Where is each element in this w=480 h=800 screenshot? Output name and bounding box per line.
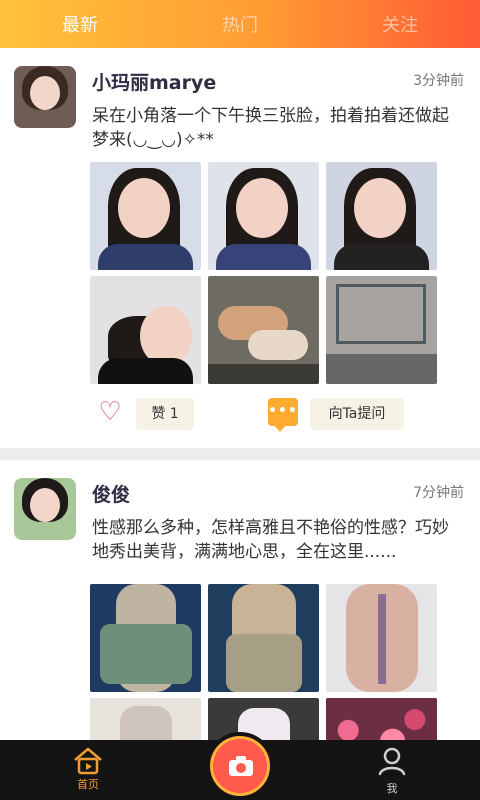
post-username[interactable]: 小玛丽marye: [92, 68, 216, 95]
tab-latest[interactable]: 最新: [0, 11, 160, 37]
home-icon: [72, 746, 104, 776]
user-icon: [364, 746, 420, 780]
nav-home[interactable]: 首页: [60, 746, 116, 798]
post-photo[interactable]: [90, 276, 201, 384]
post-photo[interactable]: [90, 698, 201, 740]
post-text: 呆在小角落一个下午换三张脸，拍着拍着还做起梦来(◡‿◡)✧**: [92, 106, 449, 150]
post-card: 俊俊 7分钟前 性感那么多种，怎样高雅且不艳俗的性感？巧妙地秀出美背，满满地心思…: [0, 460, 480, 740]
tab-following[interactable]: 关注: [320, 11, 480, 37]
post-photo[interactable]: [208, 698, 319, 740]
post-photo[interactable]: [326, 584, 437, 692]
feed-list[interactable]: 小玛丽marye 3分钟前 呆在小角落一个下午换三张脸，拍着拍着还做起梦来(◡‿…: [0, 48, 480, 740]
nav-me-label: 我: [386, 782, 398, 795]
top-tab-bar: 最新 热门 关注: [0, 0, 480, 48]
post-photo[interactable]: [208, 276, 319, 384]
comment-icon[interactable]: •••: [268, 398, 298, 432]
post-photo[interactable]: [90, 162, 201, 270]
post-photo[interactable]: [208, 162, 319, 270]
post-time: 3分钟前: [413, 73, 464, 89]
post-photo[interactable]: [326, 698, 437, 740]
post-photo[interactable]: [90, 584, 201, 692]
like-button[interactable]: 赞 1: [136, 398, 194, 430]
photo-grid: [90, 584, 438, 740]
post-photo[interactable]: [326, 162, 437, 270]
post-actions: ♡ 赞 1 ••• 向Ta提问: [0, 394, 480, 438]
heart-icon[interactable]: ♡: [96, 398, 124, 426]
avatar[interactable]: [14, 478, 76, 540]
camera-button[interactable]: [206, 732, 274, 800]
nav-me[interactable]: 我: [364, 746, 420, 798]
post-photo[interactable]: [208, 584, 319, 692]
ask-button[interactable]: 向Ta提问: [310, 398, 404, 430]
post-username[interactable]: 俊俊: [92, 480, 130, 507]
photo-grid: [90, 162, 438, 384]
avatar[interactable]: [14, 66, 76, 128]
nav-home-label: 首页: [77, 778, 99, 791]
post-photo[interactable]: [326, 276, 437, 384]
post-text: 性感那么多种，怎样高雅且不艳俗的性感？巧妙地秀出美背，满满地心思，全在这里...…: [92, 518, 449, 562]
post-card: 小玛丽marye 3分钟前 呆在小角落一个下午换三张脸，拍着拍着还做起梦来(◡‿…: [0, 48, 480, 448]
post-time: 7分钟前: [413, 485, 464, 501]
tab-hot[interactable]: 热门: [160, 11, 320, 37]
bottom-nav: 首页 我: [0, 732, 480, 800]
